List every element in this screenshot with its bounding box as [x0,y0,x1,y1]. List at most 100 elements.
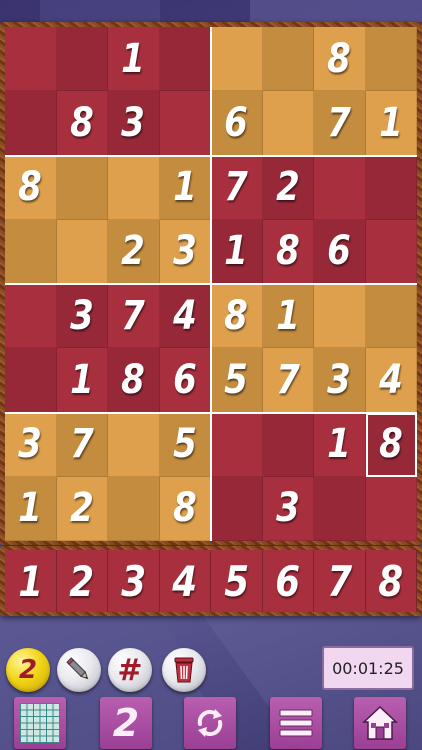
sudoku-board: 1883671817223186374811865734375181283 [5,27,417,541]
board-cell[interactable]: 3 [314,348,366,413]
board-cell[interactable]: 7 [211,155,263,220]
board-cell[interactable]: 8 [159,476,211,541]
board-cell[interactable] [365,284,417,349]
number-grid-button[interactable]: # [108,648,152,692]
board-cell[interactable]: 5 [211,348,263,413]
board-cell[interactable] [56,27,108,92]
cell-digit: 5 [172,421,197,468]
board-cell[interactable]: 4 [365,348,417,413]
menu-button[interactable] [270,697,322,749]
board-cell[interactable] [108,476,160,541]
board-cell[interactable]: 7 [108,284,160,349]
board-cell[interactable]: 7 [56,412,108,477]
menu-icon [279,709,313,737]
board-cell[interactable] [365,155,417,220]
board-cell[interactable] [5,219,57,284]
board-cell[interactable] [262,412,314,477]
cell-digit: 8 [327,35,352,82]
board-cell[interactable]: 6 [314,219,366,284]
keypad-key[interactable]: 3 [108,550,160,612]
board-cell[interactable] [108,155,160,220]
board-cell[interactable] [262,27,314,92]
cell-digit: 1 [121,35,146,82]
board-cell[interactable] [365,219,417,284]
cell-digit: 6 [224,99,249,146]
board-cell[interactable]: 1 [365,91,417,156]
board-cell[interactable] [211,27,263,92]
board-cell[interactable] [56,155,108,220]
board-cell[interactable] [56,219,108,284]
board-cell[interactable]: 1 [314,412,366,477]
hash-icon: # [117,652,143,688]
cell-digit: 3 [172,228,197,275]
number-mode-button[interactable]: 2 [100,697,152,749]
board-cell[interactable] [262,91,314,156]
board-cell[interactable] [5,284,57,349]
pencil-button[interactable] [57,648,101,692]
keypad-key[interactable]: 2 [57,550,108,612]
restart-button[interactable] [184,697,236,749]
board-cell[interactable]: 3 [108,91,160,156]
board-cell[interactable] [5,27,57,92]
cell-digit: 7 [275,356,300,403]
board-cell[interactable]: 7 [262,348,314,413]
board-cell[interactable] [314,284,366,349]
keypad-key[interactable]: 5 [211,550,263,612]
home-button[interactable] [354,697,406,749]
board-cell[interactable]: 1 [56,348,108,413]
board-cell[interactable]: 6 [159,348,211,413]
cell-digit: 2 [69,485,94,532]
board-cell[interactable]: 3 [159,219,211,284]
board-cell[interactable]: 8 [5,155,57,220]
board-cell[interactable]: 8 [365,412,417,477]
board-cell[interactable] [211,412,263,477]
board-cell[interactable]: 1 [159,155,211,220]
board-cell[interactable]: 1 [262,284,314,349]
board-cell[interactable] [159,27,211,92]
board-cell[interactable] [5,348,57,413]
board-cell[interactable] [314,476,366,541]
cell-digit: 8 [121,356,146,403]
cell-digit: 4 [378,356,403,403]
board-cell[interactable]: 3 [262,476,314,541]
board-cell[interactable]: 8 [262,219,314,284]
cell-digit: 4 [172,292,197,339]
board-cell[interactable] [159,91,211,156]
grid-view-button[interactable] [14,697,66,749]
keypad-key[interactable]: 8 [366,550,417,612]
board-cell[interactable]: 6 [211,91,263,156]
box-divider [5,411,417,414]
board-cell[interactable]: 4 [159,284,211,349]
board-cell[interactable]: 1 [108,27,160,92]
keypad-key[interactable]: 6 [263,550,314,612]
board-cell[interactable] [5,91,57,156]
board-cell[interactable]: 8 [211,284,263,349]
hints-remaining: 2 [18,655,38,685]
trash-can-icon [174,657,194,683]
board-cell[interactable] [314,155,366,220]
board-cell[interactable]: 1 [211,219,263,284]
board-cell[interactable] [211,476,263,541]
hint-button[interactable]: 2 [6,648,50,692]
cell-digit: 6 [172,356,197,403]
board-cell[interactable]: 1 [5,476,57,541]
board-cell[interactable]: 3 [5,412,57,477]
keypad-key[interactable]: 7 [314,550,366,612]
board-cell[interactable] [365,27,417,92]
board-cell[interactable]: 8 [314,27,366,92]
board-cell[interactable]: 8 [56,91,108,156]
board-cell[interactable]: 2 [108,219,160,284]
board-cell[interactable]: 2 [262,155,314,220]
board-cell[interactable] [108,412,160,477]
home-icon [362,705,398,740]
board-cell[interactable] [365,476,417,541]
board-cell[interactable]: 2 [56,476,108,541]
board-cell[interactable]: 5 [159,412,211,477]
keypad-key[interactable]: 4 [160,550,211,612]
clear-cell-button[interactable] [162,648,206,692]
board-cell[interactable]: 3 [56,284,108,349]
cell-digit: 7 [69,421,94,468]
board-cell[interactable]: 7 [314,91,366,156]
keypad-key[interactable]: 1 [5,550,57,612]
board-cell[interactable]: 8 [108,348,160,413]
